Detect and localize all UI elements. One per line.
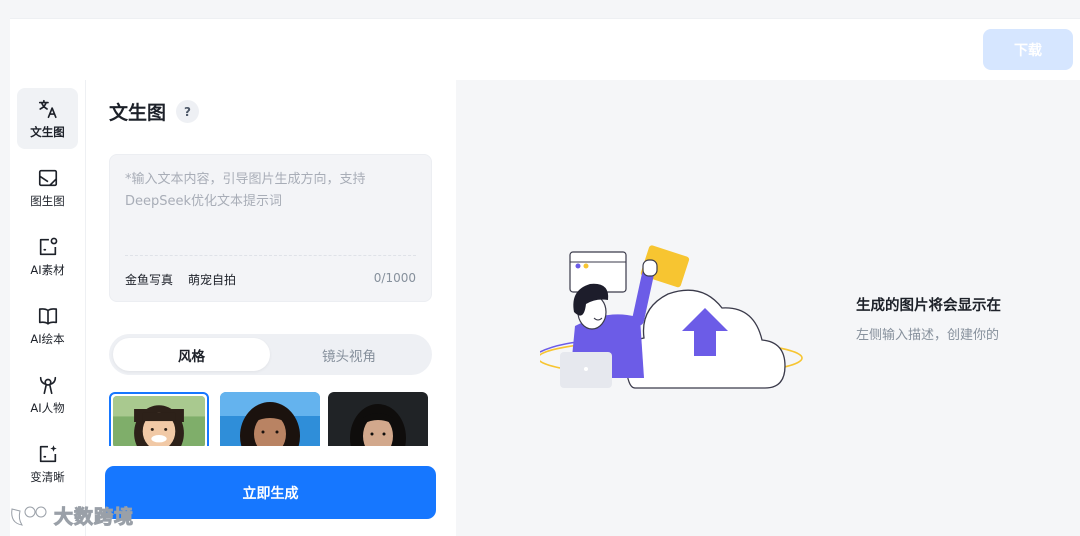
- page-title: 文生图: [109, 102, 167, 124]
- portrait-woman-blue-image: [220, 392, 320, 446]
- help-icon[interactable]: ?: [176, 100, 199, 123]
- style-thumbnail[interactable]: [220, 392, 320, 446]
- watermark-text: 大数跨境: [53, 506, 135, 529]
- prompt-box: 金鱼写真 萌宠自拍 0/1000: [109, 154, 432, 302]
- sidebar-item-ai-person[interactable]: AI人物: [17, 364, 78, 425]
- char-counter: 0/1000: [373, 271, 416, 285]
- download-button[interactable]: 下载: [983, 29, 1073, 70]
- enhance-icon: [39, 444, 57, 462]
- tab-camera-angle[interactable]: 镜头视角: [270, 338, 428, 371]
- top-toolbar: 下载: [10, 18, 1080, 80]
- style-thumbnail-selected[interactable]: [109, 392, 209, 446]
- text-to-image-panel: 文生图 ? 金鱼写真 萌宠自拍 0/1000 风格 镜头视角: [86, 80, 456, 536]
- tab-style[interactable]: 风格: [113, 338, 270, 371]
- prompt-divider: [125, 255, 416, 256]
- sidebar-item-label: AI人物: [30, 400, 65, 415]
- ai-material-icon: [39, 237, 57, 255]
- prompt-chip[interactable]: 萌宠自拍: [188, 271, 236, 288]
- prompt-chip[interactable]: 金鱼写真: [125, 271, 173, 288]
- image-to-image-icon: [38, 169, 57, 186]
- sidebar-item-image-to-image[interactable]: 图生图: [17, 157, 78, 218]
- prompt-input[interactable]: [125, 169, 420, 249]
- empty-state-title: 生成的图片将会显示在: [856, 298, 1001, 314]
- result-canvas: 生成的图片将会显示在 左侧输入描述，创建你的: [456, 80, 1080, 536]
- style-thumbnail[interactable]: [328, 392, 428, 446]
- portrait-girl-image: [113, 396, 205, 446]
- upload-illustration: [540, 245, 803, 389]
- sidebar-item-ai-material[interactable]: AI素材: [17, 226, 78, 287]
- style-thumbnails: [109, 392, 432, 446]
- sidebar-item-label: AI绘本: [30, 331, 65, 346]
- text-to-image-icon: [38, 99, 57, 118]
- sidebar-item-label: 文生图: [30, 124, 65, 139]
- sidebar-item-ai-book[interactable]: AI绘本: [17, 295, 78, 356]
- sidebar-item-label: AI素材: [30, 262, 65, 277]
- tool-sidebar: 文生图 图生图 AI素材 AI绘本 AI人物 变清晰: [10, 80, 86, 536]
- book-icon: [38, 307, 57, 325]
- sidebar-item-label: 图生图: [30, 193, 65, 208]
- sidebar-item-label: 变清晰: [30, 469, 65, 484]
- sidebar-item-text-to-image[interactable]: 文生图: [17, 88, 78, 149]
- empty-state-subtitle: 左侧输入描述，创建你的: [856, 328, 1000, 343]
- style-tabs: 风格 镜头视角: [109, 334, 432, 375]
- generate-button[interactable]: 立即生成: [105, 466, 436, 519]
- portrait-woman-dark-image: [328, 392, 428, 446]
- watermark-logo-icon: [11, 506, 47, 526]
- sidebar-item-enhance[interactable]: 变清晰: [17, 433, 78, 494]
- watermark: 大数跨境: [8, 502, 134, 529]
- person-icon: [39, 376, 56, 394]
